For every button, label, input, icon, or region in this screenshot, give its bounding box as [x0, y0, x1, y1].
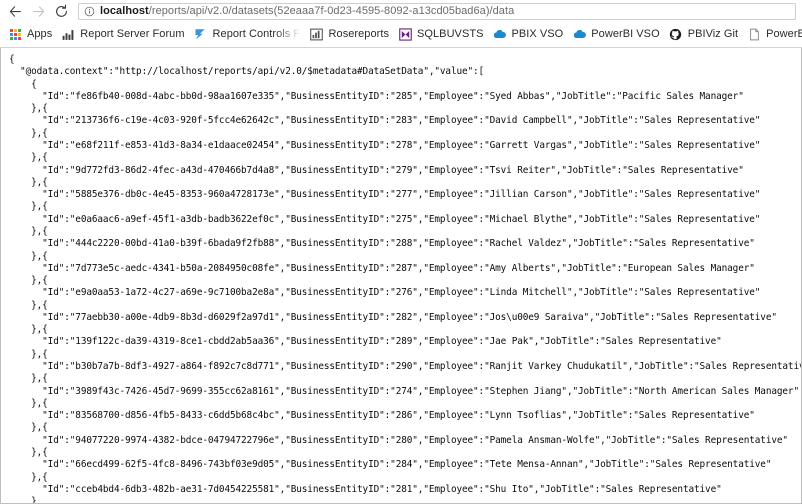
info-circle-icon[interactable]	[84, 6, 95, 17]
browser-toolbar: localhost/reports/api/v2.0/datasets(52ea…	[0, 0, 802, 22]
bookmark-label: Rosereports	[328, 28, 390, 40]
vsts-icon	[398, 28, 412, 42]
page-content[interactable]: { "@odata.context":"http://localhost/rep…	[0, 48, 802, 504]
powerbi-logo-icon	[194, 28, 208, 42]
bookmark-powerbi-vso[interactable]: PowerBI VSO	[569, 25, 664, 45]
bookmark-report-controls-forum[interactable]: Report Controls Foru	[191, 25, 306, 45]
bookmark-rosereports[interactable]: Rosereports	[307, 25, 394, 45]
reload-button[interactable]	[50, 1, 73, 21]
bookmark-pbiviz-git[interactable]: PBIViz Git	[666, 25, 743, 45]
bookmark-label: Report Controls Foru	[212, 28, 301, 40]
bookmark-label: PowerBI VSO	[591, 28, 660, 40]
bookmark-label: PBIViz Git	[687, 28, 739, 40]
bookmark-report-server-forum[interactable]: Report Server Forum	[58, 25, 189, 45]
url-host: localhost	[100, 4, 149, 17]
bookmarks-bar: Apps Report Server Forum Report Controls…	[0, 22, 802, 48]
address-bar[interactable]: localhost/reports/api/v2.0/datasets(52ea…	[78, 2, 796, 20]
vso-cloud-icon	[572, 28, 586, 42]
bookmark-label: PowerBI Wiki	[766, 28, 802, 40]
bookmark-powerbi-wiki[interactable]: PowerBI Wiki	[744, 25, 802, 45]
github-icon	[669, 28, 683, 42]
forward-button	[27, 1, 50, 21]
bookmark-sqlbuvsts[interactable]: SQLBUVSTS	[395, 25, 488, 45]
bookmark-pbix-vso[interactable]: PBIX VSO	[490, 25, 569, 45]
back-button[interactable]	[4, 1, 27, 21]
url-text: localhost/reports/api/v2.0/datasets(52ea…	[100, 5, 514, 18]
bookmark-apps[interactable]: Apps	[5, 25, 57, 45]
bookmark-label: Apps	[27, 28, 53, 40]
vso-cloud-icon	[493, 28, 507, 42]
chart-box-icon	[310, 28, 324, 42]
browser-window: localhost/reports/api/v2.0/datasets(52ea…	[0, 0, 802, 504]
bookmark-label: Report Server Forum	[80, 28, 185, 40]
json-response-body: { "@odata.context":"http://localhost/rep…	[9, 54, 801, 504]
bookmark-label: PBIX VSO	[511, 28, 564, 40]
bar-chart-icon	[61, 28, 75, 42]
url-path: /reports/api/v2.0/datasets(52eaaa7f-0d23…	[148, 4, 515, 17]
apps-grid-icon	[8, 28, 22, 42]
page-icon	[747, 28, 761, 42]
bookmark-label: SQLBUVSTS	[417, 28, 484, 40]
